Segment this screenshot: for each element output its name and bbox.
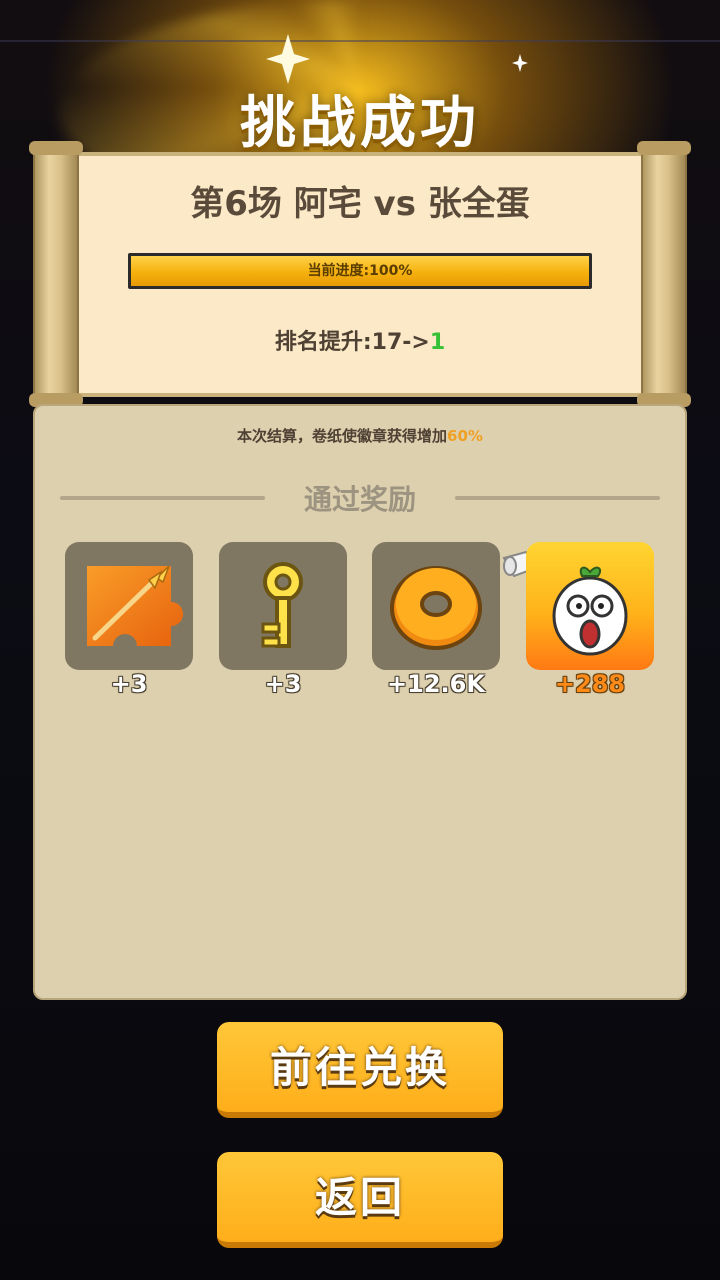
reward-item-spear[interactable]: [65, 542, 193, 670]
match-title: 第6场 阿宅 vs 张全蛋: [190, 184, 530, 224]
reward-item-key[interactable]: [219, 542, 347, 670]
rank-change-label: 排名提升:17->: [274, 330, 430, 355]
reward-count-key: +3: [264, 670, 302, 698]
rank-change: 排名提升:17->1: [70, 324, 650, 356]
shocked-egg-character-icon: [552, 566, 628, 656]
divider-right: [455, 496, 660, 500]
progress-label: 当前进度:100%: [307, 263, 413, 279]
reward-count-coin: +12.6K: [387, 670, 485, 698]
rank-new-value: 1: [429, 330, 446, 355]
go-exchange-button[interactable]: 前往兑换: [217, 1022, 503, 1118]
bonus-note-text: 本次结算，卷纸使徽章获得增加: [237, 427, 448, 445]
divider-left: [60, 496, 265, 500]
bonus-percent: 60%: [447, 427, 483, 445]
reward-item-coin[interactable]: [372, 542, 500, 670]
reward-heading: 通过奖励: [303, 483, 416, 516]
key-icon: [261, 562, 303, 648]
reward-item-character[interactable]: [526, 542, 654, 670]
spear-puzzle-icon: [87, 565, 183, 646]
reward-count-character: +288: [554, 670, 626, 698]
result-screen: 挑战成功 第6场 阿宅 vs 张全蛋 当前进度:100% 排名提升:17->1 …: [0, 0, 720, 1280]
donut-coin-icon: [390, 566, 482, 650]
reward-count-spear: +3: [110, 670, 148, 698]
sparkle-small-icon: [512, 54, 528, 72]
bonus-note: 本次结算，卷纸使徽章获得增加60%: [33, 425, 687, 446]
back-button[interactable]: 返回: [217, 1152, 503, 1248]
sparkle-icon: [266, 34, 310, 84]
page-title: 挑战成功: [240, 91, 480, 156]
